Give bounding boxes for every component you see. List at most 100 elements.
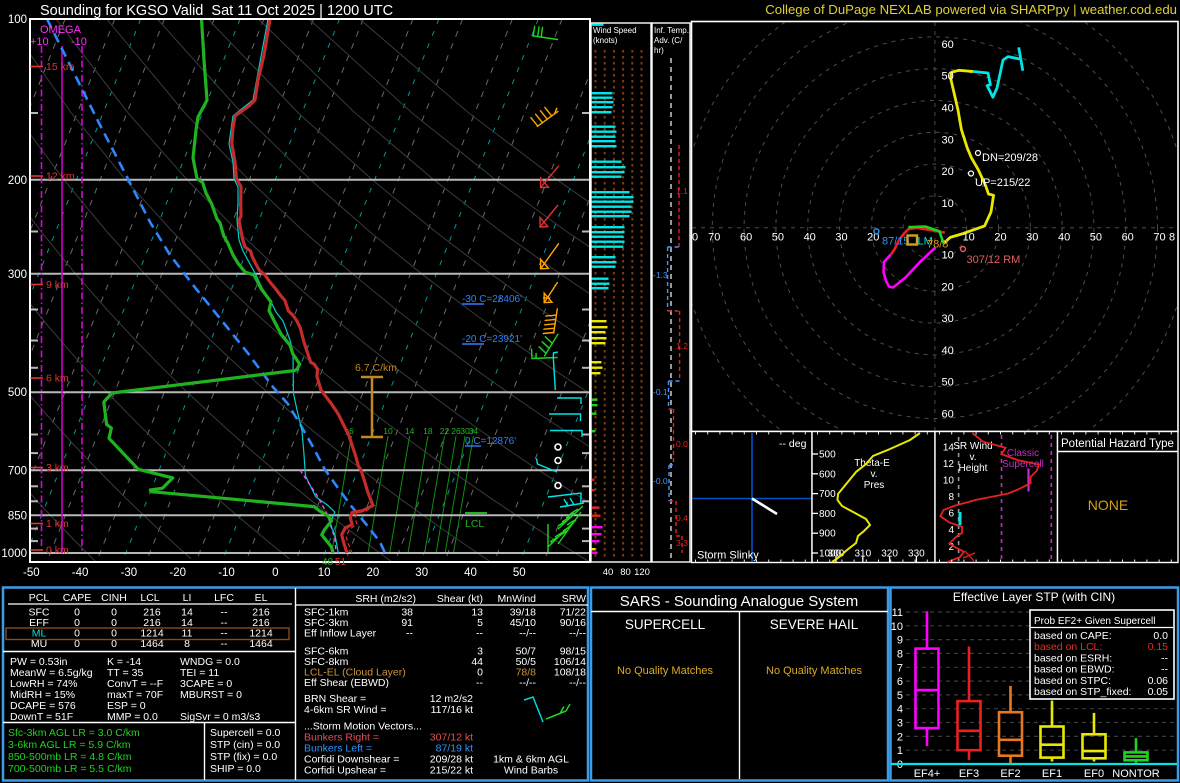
svg-text:34: 34 bbox=[469, 426, 479, 436]
svg-text:--: -- bbox=[476, 677, 483, 689]
svg-text:EF2: EF2 bbox=[1000, 768, 1020, 780]
svg-text:11: 11 bbox=[892, 607, 903, 619]
svg-text:SigSvr = 0 m3/s3: SigSvr = 0 m3/s3 bbox=[180, 711, 260, 723]
svg-text:STP (fix) = 0.0: STP (fix) = 0.0 bbox=[210, 751, 277, 763]
svg-text:+10: +10 bbox=[30, 36, 49, 48]
svg-text:MBURST = 0: MBURST = 0 bbox=[180, 689, 242, 701]
svg-text:6: 6 bbox=[948, 509, 954, 520]
svg-text:--: -- bbox=[1161, 652, 1168, 664]
svg-text:600: 600 bbox=[819, 469, 836, 480]
svg-text:0 km: 0 km bbox=[46, 545, 69, 557]
svg-text:20: 20 bbox=[994, 232, 1006, 244]
svg-text:10: 10 bbox=[963, 232, 975, 244]
svg-text:Shear (kt): Shear (kt) bbox=[437, 593, 483, 605]
svg-text:8: 8 bbox=[1169, 232, 1175, 244]
svg-text:--/--: --/-- bbox=[569, 677, 586, 689]
svg-text:EF0: EF0 bbox=[1084, 768, 1104, 780]
svg-text:-0.1: -0.1 bbox=[653, 387, 668, 397]
svg-text:900: 900 bbox=[819, 529, 836, 540]
svg-text:0.06: 0.06 bbox=[1148, 675, 1169, 687]
svg-text:48: 48 bbox=[322, 557, 334, 568]
svg-text:CINH: CINH bbox=[101, 592, 127, 604]
svg-text:30: 30 bbox=[415, 567, 428, 579]
svg-text:Wind Barbs: Wind Barbs bbox=[504, 765, 558, 777]
svg-text:310: 310 bbox=[854, 549, 871, 560]
svg-text:based on ESRH:: based on ESRH: bbox=[1034, 652, 1112, 664]
svg-text:Prob EF2+ Given Supercell: Prob EF2+ Given Supercell bbox=[1034, 616, 1155, 627]
svg-text:-1.3: -1.3 bbox=[653, 270, 668, 280]
svg-text:30: 30 bbox=[835, 232, 847, 244]
svg-text:LI: LI bbox=[183, 592, 192, 604]
svg-text:8: 8 bbox=[897, 648, 903, 660]
svg-text:-- deg: -- deg bbox=[779, 438, 807, 450]
svg-text:6: 6 bbox=[349, 426, 354, 436]
svg-text:30: 30 bbox=[1026, 232, 1038, 244]
svg-text:215/22 kt: 215/22 kt bbox=[430, 765, 473, 777]
svg-text:2: 2 bbox=[897, 731, 903, 743]
svg-text:No Quality Matches: No Quality Matches bbox=[617, 665, 713, 677]
svg-text:50: 50 bbox=[513, 567, 526, 579]
svg-text:MMP = 0.0: MMP = 0.0 bbox=[107, 711, 158, 723]
svg-text:SEVERE HAIL: SEVERE HAIL bbox=[770, 617, 859, 632]
svg-text:120: 120 bbox=[634, 567, 650, 578]
svg-text:-10: -10 bbox=[71, 36, 87, 48]
svg-text:Potential Hazard Type: Potential Hazard Type bbox=[1061, 438, 1174, 450]
svg-text:NONTOR: NONTOR bbox=[1112, 768, 1160, 780]
svg-text:14: 14 bbox=[405, 426, 415, 436]
svg-text:PCL: PCL bbox=[29, 592, 50, 604]
svg-text:800: 800 bbox=[819, 509, 836, 520]
svg-text:SHIP = 0.0: SHIP = 0.0 bbox=[210, 763, 261, 775]
svg-text:LCL: LCL bbox=[465, 518, 484, 530]
svg-text:40: 40 bbox=[1058, 232, 1070, 244]
svg-text:based on STPC:: based on STPC: bbox=[1034, 675, 1111, 687]
svg-text:60: 60 bbox=[942, 409, 954, 421]
svg-text:0: 0 bbox=[272, 567, 278, 579]
svg-text:STP (cin) = 0.0: STP (cin) = 0.0 bbox=[210, 739, 280, 751]
svg-text:--: -- bbox=[1161, 664, 1168, 676]
svg-text:4-6km SR Wind =: 4-6km SR Wind = bbox=[304, 704, 387, 716]
svg-text:80: 80 bbox=[620, 567, 631, 578]
svg-text:20: 20 bbox=[942, 281, 954, 293]
svg-text:DN=209/28: DN=209/28 bbox=[982, 152, 1038, 164]
svg-text:Inf. Temp.: Inf. Temp. bbox=[654, 26, 689, 35]
svg-text:EF4+: EF4+ bbox=[914, 768, 941, 780]
svg-text:based on STP_fixed:: based on STP_fixed: bbox=[1034, 686, 1131, 698]
svg-text:200: 200 bbox=[8, 175, 27, 187]
svg-text:5: 5 bbox=[897, 690, 903, 702]
svg-text:22: 22 bbox=[440, 426, 450, 436]
svg-text:40: 40 bbox=[942, 345, 954, 357]
svg-text:4: 4 bbox=[897, 704, 903, 716]
svg-text:Eff Shear (EBWD): Eff Shear (EBWD) bbox=[304, 677, 389, 689]
svg-text:1 km: 1 km bbox=[46, 518, 69, 530]
svg-text:10: 10 bbox=[891, 621, 903, 633]
svg-text:850: 850 bbox=[8, 510, 27, 522]
svg-text:10: 10 bbox=[942, 250, 954, 262]
svg-text:-50: -50 bbox=[23, 567, 40, 579]
svg-text:--: -- bbox=[476, 628, 483, 640]
svg-text:-40: -40 bbox=[72, 567, 89, 579]
svg-text:v.: v. bbox=[969, 452, 976, 463]
svg-text:SRW: SRW bbox=[562, 593, 586, 605]
svg-text:7: 7 bbox=[897, 662, 903, 674]
svg-text:50: 50 bbox=[772, 232, 784, 244]
svg-text:EF1: EF1 bbox=[1042, 768, 1062, 780]
svg-text:12: 12 bbox=[943, 459, 955, 470]
svg-text:30: 30 bbox=[942, 313, 954, 325]
svg-text:Corfidi Upshear =: Corfidi Upshear = bbox=[304, 765, 386, 777]
svg-text:70: 70 bbox=[1153, 232, 1165, 244]
svg-text:850-500mb LR = 4.8 C/km: 850-500mb LR = 4.8 C/km bbox=[8, 751, 132, 763]
svg-text:No Quality Matches: No Quality Matches bbox=[766, 665, 862, 677]
svg-text:based on LCL:: based on LCL: bbox=[1034, 641, 1102, 653]
svg-text:0.4: 0.4 bbox=[676, 513, 688, 523]
svg-text:500: 500 bbox=[8, 387, 27, 399]
svg-text:v.: v. bbox=[870, 469, 877, 480]
svg-text:1000: 1000 bbox=[1, 548, 27, 560]
svg-text:78/8: 78/8 bbox=[927, 239, 948, 251]
svg-text:40: 40 bbox=[804, 232, 816, 244]
svg-text:Pres: Pres bbox=[864, 480, 885, 491]
svg-text:320: 320 bbox=[881, 549, 898, 560]
svg-text:3-6km AGL LR = 5.9 C/km: 3-6km AGL LR = 5.9 C/km bbox=[8, 739, 131, 751]
svg-text:500: 500 bbox=[819, 450, 836, 461]
svg-text:NONE: NONE bbox=[1088, 497, 1128, 513]
svg-text:40: 40 bbox=[464, 567, 477, 579]
